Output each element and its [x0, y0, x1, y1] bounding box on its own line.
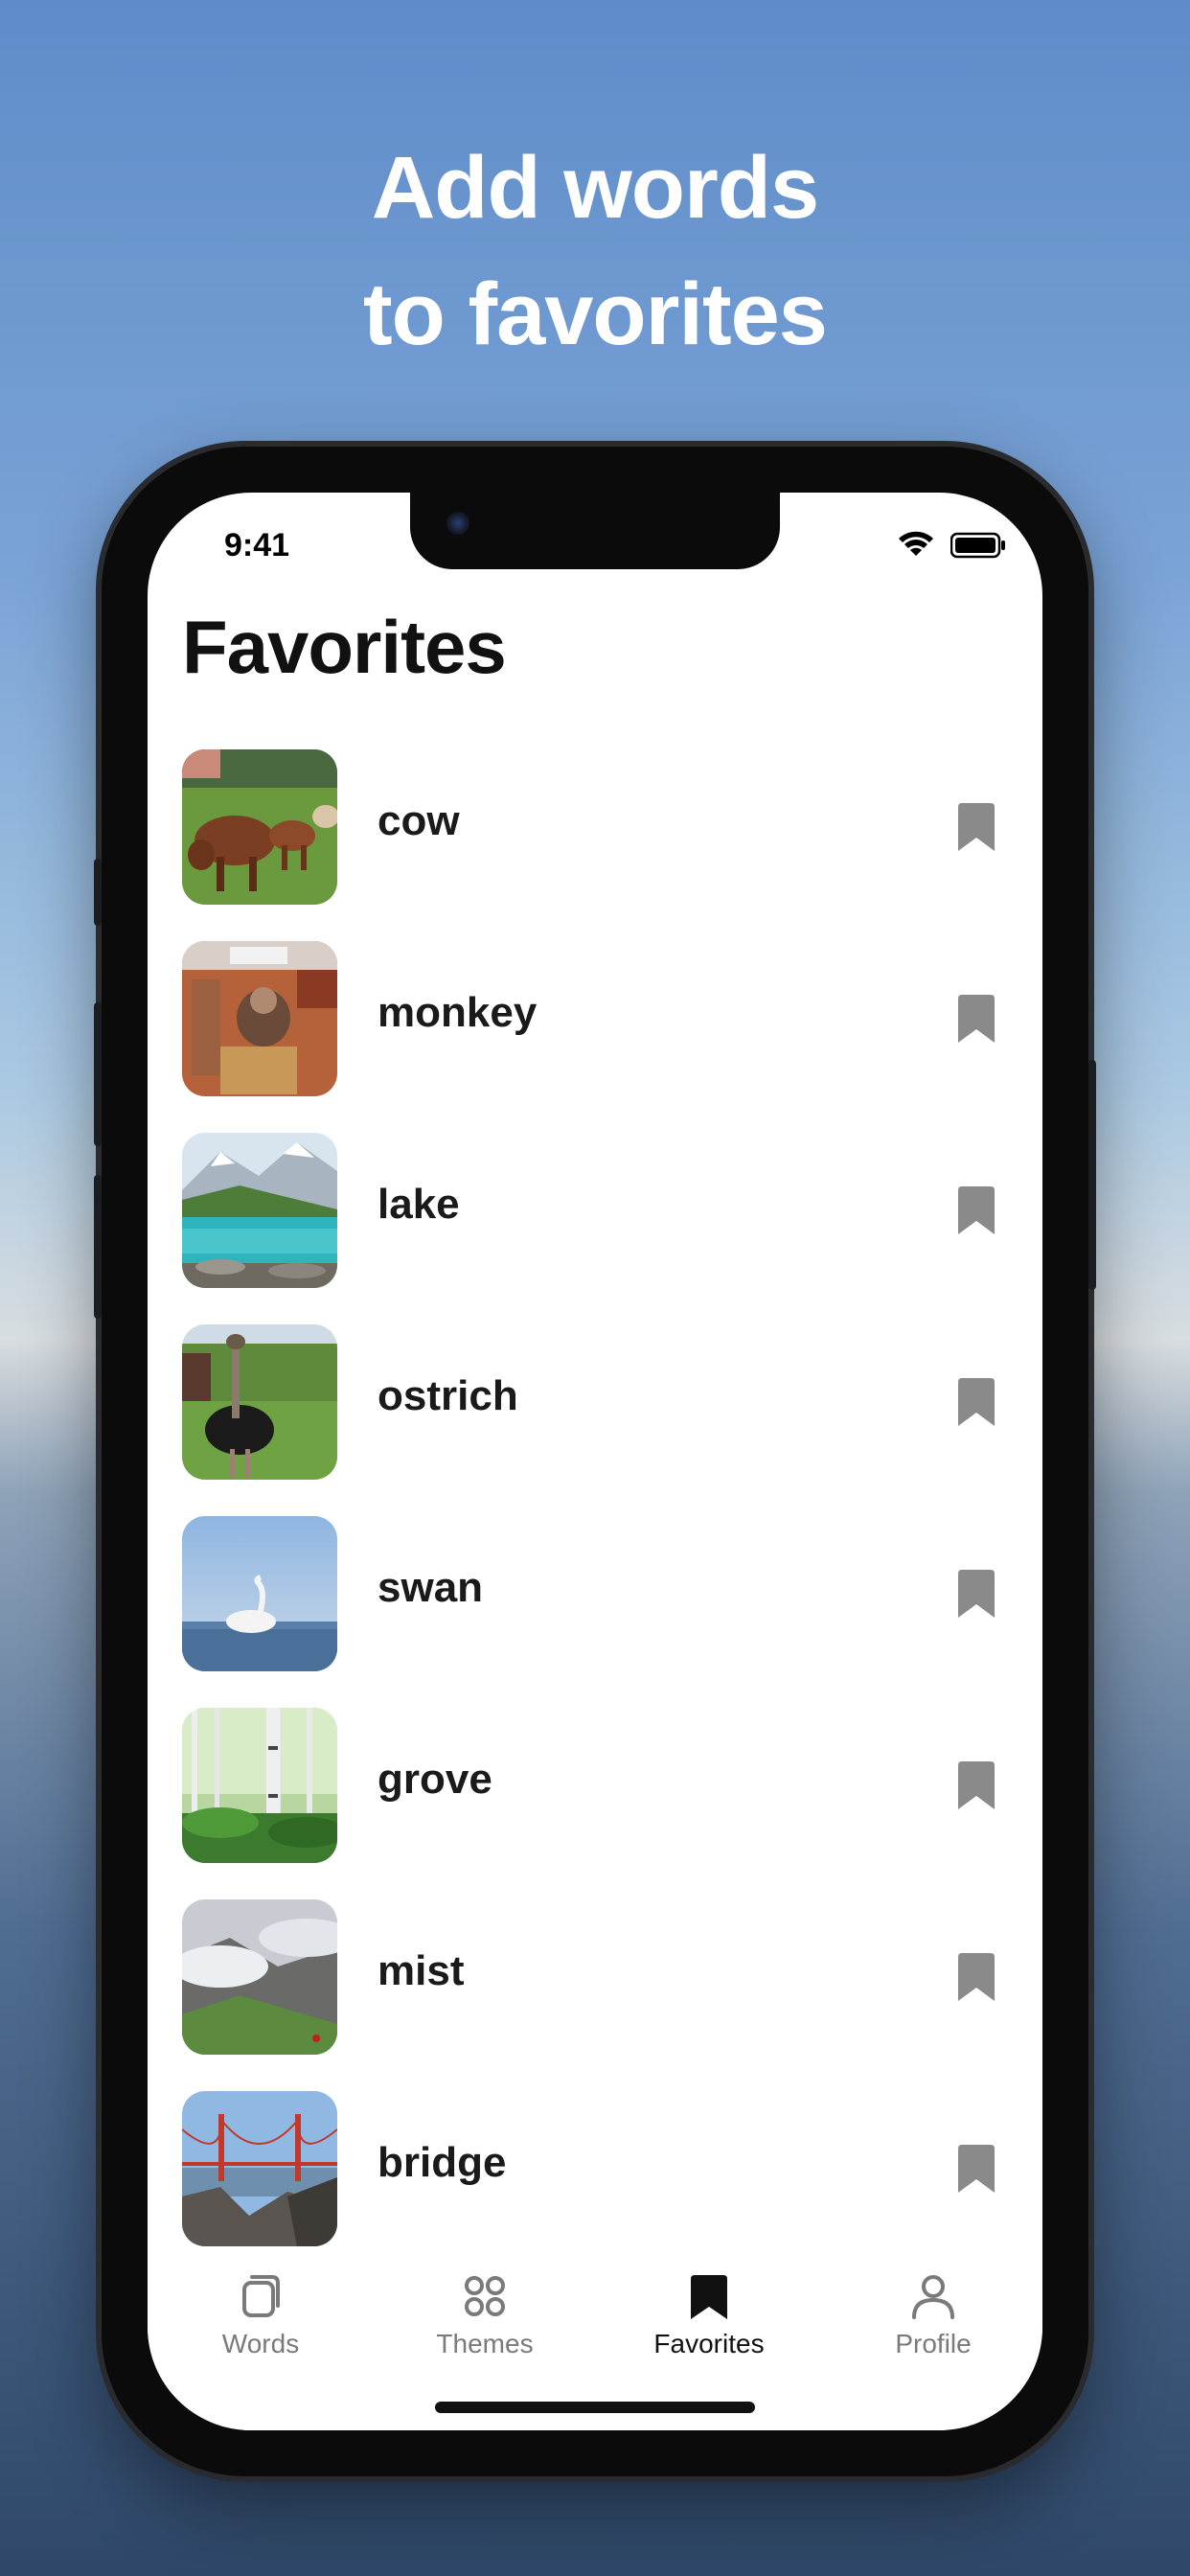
tab-label: Words: [221, 2329, 300, 2358]
tab-favorites[interactable]: Favorites: [613, 2269, 805, 2359]
swan-photo: [182, 1516, 337, 1671]
bookmark-icon[interactable]: [956, 1951, 996, 2003]
headline-line-1: Add words: [371, 139, 819, 237]
list-item-word: lake: [378, 1181, 460, 1228]
bookmark-icon[interactable]: [956, 801, 996, 853]
status-time: 9:41: [224, 527, 290, 564]
list-item-word: ostrich: [378, 1372, 518, 1419]
status-icons: [897, 531, 1006, 560]
bookmark-icon[interactable]: [956, 2143, 996, 2195]
monkey-photo: [182, 941, 337, 1096]
battery-icon: [950, 532, 1005, 559]
list-item-word: cow: [378, 797, 460, 844]
list-item[interactable]: cow: [182, 749, 1008, 941]
list-item-word: grove: [378, 1756, 492, 1803]
bookmark-icon[interactable]: [956, 1184, 996, 1236]
home-indicator[interactable]: [435, 2402, 755, 2413]
list-item[interactable]: lake: [182, 1133, 1008, 1324]
tab-words[interactable]: Words: [165, 2269, 356, 2359]
phone-frame: 9:41 Favorites cow monkey lake ostrich s…: [94, 447, 1096, 2476]
ostrich-photo: [182, 1324, 337, 1480]
bookmark-icon[interactable]: [956, 1568, 996, 1620]
list-item-word: monkey: [378, 989, 538, 1036]
cards-icon: [242, 2275, 280, 2317]
person-icon: [912, 2275, 954, 2319]
list-item[interactable]: mist: [182, 1899, 1008, 2091]
grove-photo: [182, 1708, 337, 1863]
tab-label: Profile: [895, 2329, 972, 2358]
wifi-icon: [899, 531, 933, 556]
list-item-word: swan: [378, 1564, 484, 1611]
grid-icon: [465, 2276, 505, 2316]
tab-themes[interactable]: Themes: [389, 2269, 581, 2359]
favorites-list: cow monkey lake ostrich swan grove mist …: [182, 749, 1008, 2283]
list-item[interactable]: monkey: [182, 941, 1008, 1133]
list-item-word: mist: [378, 1947, 465, 1994]
list-item[interactable]: swan: [182, 1516, 1008, 1708]
tab-profile[interactable]: Profile: [837, 2269, 1029, 2359]
mute-switch: [94, 859, 102, 926]
bookmark-icon: [691, 2275, 727, 2319]
lake-photo: [182, 1133, 337, 1288]
volume-down-button: [94, 1175, 102, 1319]
bridge-photo: [182, 2091, 337, 2246]
tab-label: Themes: [436, 2329, 534, 2358]
tab-label: Favorites: [653, 2329, 765, 2358]
promo-headline: Add words to favorites: [0, 125, 1190, 378]
front-camera: [446, 512, 469, 535]
list-item[interactable]: ostrich: [182, 1324, 1008, 1516]
list-item-word: bridge: [378, 2139, 507, 2186]
list-item[interactable]: grove: [182, 1708, 1008, 1899]
bookmark-icon[interactable]: [956, 1760, 996, 1811]
power-button: [1088, 1060, 1096, 1290]
bookmark-icon[interactable]: [956, 1376, 996, 1428]
bookmark-icon[interactable]: [956, 993, 996, 1045]
cow-photo: [182, 749, 337, 905]
volume-up-button: [94, 1002, 102, 1146]
mist-photo: [182, 1899, 337, 2055]
page-title: Favorites: [182, 605, 507, 689]
app-screen: 9:41 Favorites cow monkey lake ostrich s…: [148, 493, 1042, 2430]
headline-line-2: to favorites: [363, 265, 828, 363]
notch: [410, 493, 780, 569]
tab-bar: Words Themes Favorites Profile: [148, 2248, 1042, 2430]
